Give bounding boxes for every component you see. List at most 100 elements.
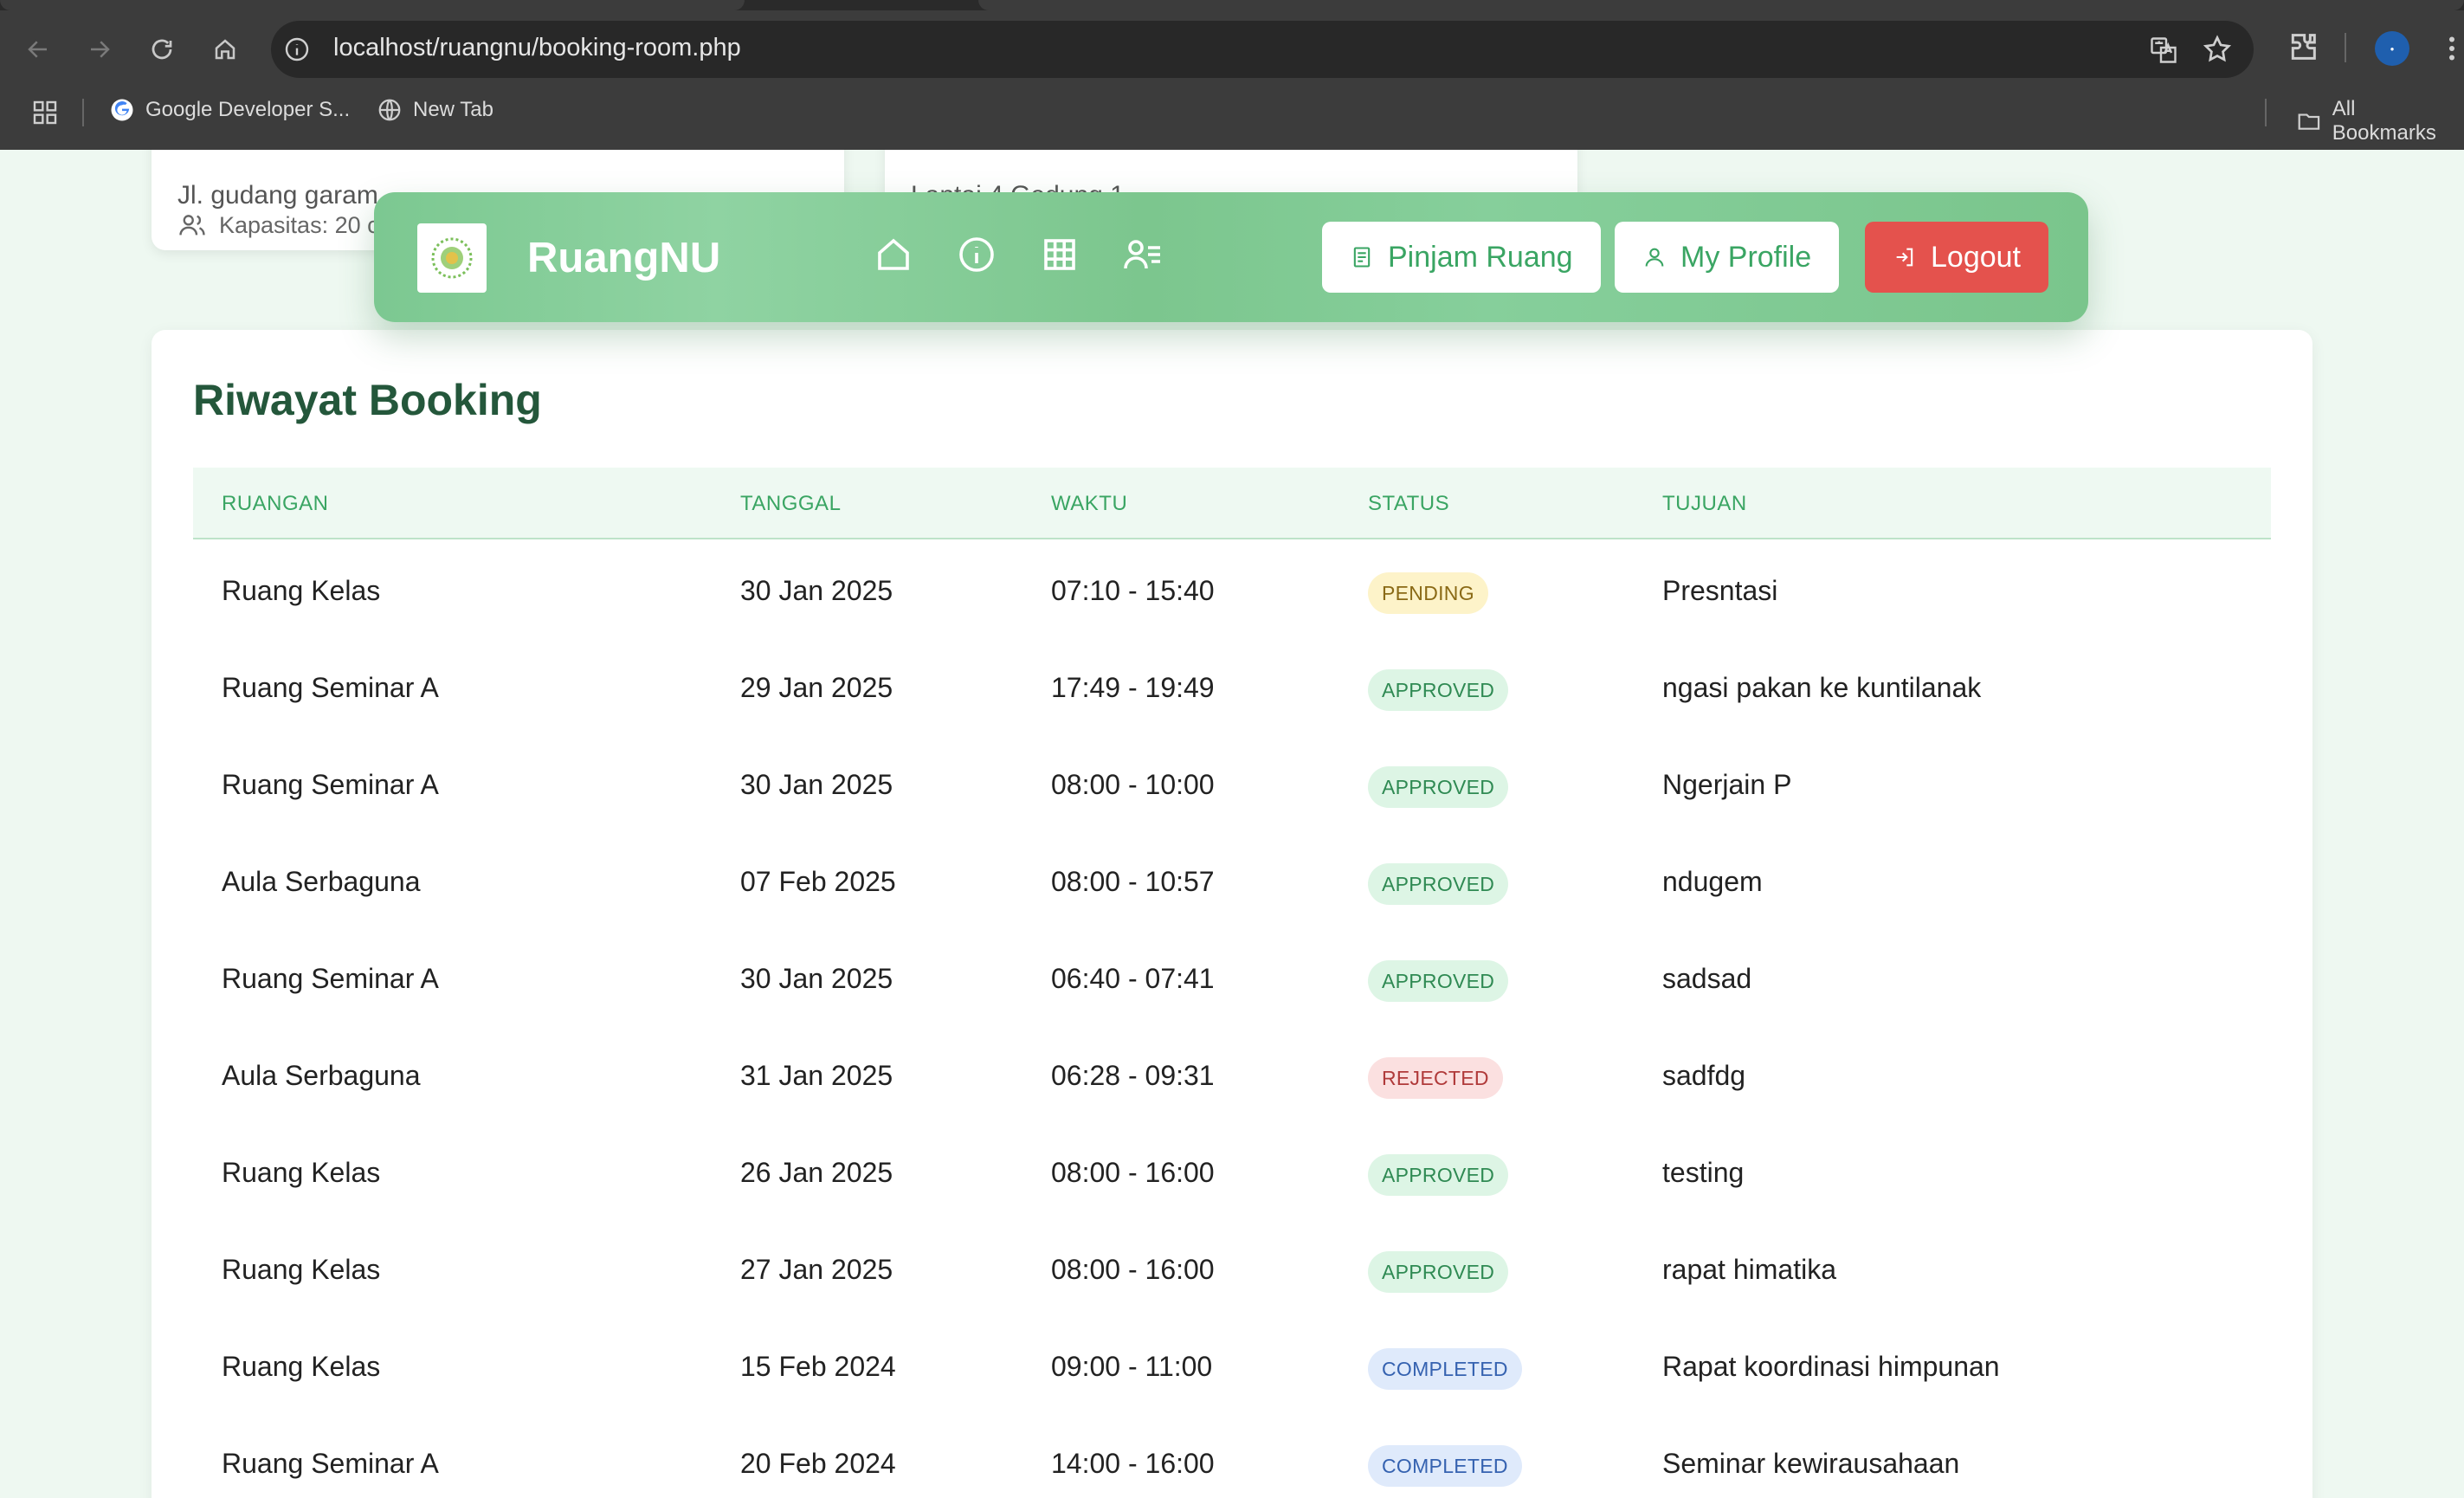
- my-profile-button[interactable]: My Profile: [1615, 222, 1840, 293]
- profile-avatar[interactable]: ●: [2375, 31, 2409, 66]
- status-badge: COMPLETED: [1368, 1348, 1522, 1390]
- room-address: Jl. gudang garam: [177, 181, 378, 210]
- table-row: Aula Serbaguna 07 Feb 2025 08:00 - 10:57 nd…: [193, 830, 2271, 927]
- capacity-text: Kapasitas: 20 c: [219, 211, 379, 238]
- cell-tanggal: 26 Jan 2025: [740, 1157, 893, 1188]
- grid-rooms-icon[interactable]: [1039, 234, 1080, 275]
- table-body: Ruang Kelas 30 Jan 2025 07:10 - 15:40 Presn…: [193, 539, 2271, 1498]
- cell-waktu: 08:00 - 16:00: [1051, 1254, 1215, 1285]
- all-bookmarks-folder[interactable]: All Bookmarks: [2296, 97, 2464, 145]
- tab-strip: [0, 0, 2464, 10]
- status-badge: PENDING: [1368, 572, 1488, 614]
- cell-tanggal: 30 Jan 2025: [740, 963, 893, 994]
- table-row: Ruang Seminar A 30 Jan 2025 08:00 - 10:00 N…: [193, 733, 2271, 830]
- cell-tujuan: ndugem: [1662, 866, 1763, 897]
- logout-icon: [1896, 248, 1913, 267]
- users-icon: [179, 215, 205, 236]
- browser-tab[interactable]: [978, 0, 2464, 10]
- brand-name[interactable]: RuangNU: [527, 234, 720, 282]
- globe-icon: [378, 99, 401, 121]
- ruangnu-logo[interactable]: [417, 223, 487, 293]
- status-badge: APPROVED: [1368, 960, 1509, 1002]
- cell-waktu: 09:00 - 11:00: [1051, 1351, 1213, 1382]
- table-row: Ruang Seminar A 29 Jan 2025 17:49 - 19:49 n…: [193, 636, 2271, 733]
- cell-ruangan: Ruang Kelas: [222, 1351, 381, 1382]
- cell-tanggal: 27 Jan 2025: [740, 1254, 893, 1285]
- column-header-ruangan: RUANGAN: [222, 492, 329, 515]
- document-icon: [1353, 247, 1371, 268]
- google-icon: [111, 99, 133, 121]
- column-header-tanggal: TANGGAL: [740, 492, 842, 515]
- status-badge: COMPLETED: [1368, 1445, 1522, 1487]
- cell-tanggal: 29 Jan 2025: [740, 672, 893, 703]
- all-bookmarks-label: All Bookmarks: [2332, 97, 2436, 145]
- home-icon[interactable]: [873, 234, 914, 275]
- info-icon[interactable]: [956, 234, 997, 275]
- table-row: Ruang Seminar A 30 Jan 2025 06:40 - 07:41 s…: [193, 927, 2271, 1024]
- cell-tanggal: 07 Feb 2025: [740, 866, 896, 897]
- menu-kebab-icon[interactable]: [2447, 33, 2457, 64]
- bookmark-divider: [2265, 99, 2267, 126]
- cell-ruangan: Ruang Seminar A: [222, 963, 439, 994]
- booking-history-card: Riwayat Booking RUANGAN TANGGAL WAKTU ST…: [152, 330, 2312, 1498]
- forward-icon[interactable]: [81, 30, 119, 68]
- page-content: Jl. gudang garam Lantai 4 Gedung 1 Kapas…: [0, 150, 2464, 1498]
- cell-tanggal: 30 Jan 2025: [740, 575, 893, 606]
- cell-ruangan: Ruang Kelas: [222, 1157, 381, 1188]
- cell-ruangan: Ruang Kelas: [222, 575, 381, 606]
- address-bar[interactable]: localhost/ruangnu/booking-room.php: [271, 21, 2254, 78]
- pinjam-ruang-button[interactable]: Pinjam Ruang: [1322, 222, 1601, 293]
- bookmark-google-developer[interactable]: Google Developer S...: [109, 97, 350, 123]
- column-header-waktu: WAKTU: [1051, 492, 1128, 515]
- my-profile-label: My Profile: [1680, 240, 1812, 274]
- cell-tanggal: 15 Feb 2024: [740, 1351, 896, 1382]
- folder-icon: [2298, 113, 2320, 130]
- cell-tujuan: Presntasi: [1662, 575, 1778, 606]
- cell-ruangan: Ruang Seminar A: [222, 672, 439, 703]
- reload-icon[interactable]: [143, 30, 181, 68]
- table-row: Ruang Kelas 26 Jan 2025 08:00 - 16:00 testi…: [193, 1121, 2271, 1218]
- user-list-icon[interactable]: [1122, 234, 1164, 275]
- booking-table: RUANGAN TANGGAL WAKTU STATUS TUJUAN Ruan…: [193, 468, 2271, 1498]
- url-text[interactable]: localhost/ruangnu/booking-room.php: [333, 34, 741, 62]
- bookmark-star-icon[interactable]: [2202, 34, 2233, 65]
- cell-tujuan: ngasi pakan ke kuntilanak: [1662, 672, 1982, 703]
- logout-label: Logout: [1931, 240, 2021, 274]
- pinjam-ruang-label: Pinjam Ruang: [1388, 240, 1573, 274]
- extensions-icon[interactable]: [2286, 29, 2320, 64]
- table-row: Ruang Kelas 27 Jan 2025 08:00 - 16:00 rapat…: [193, 1218, 2271, 1315]
- cell-waktu: 08:00 - 16:00: [1051, 1157, 1215, 1188]
- logout-button[interactable]: Logout: [1865, 222, 2048, 293]
- status-badge: APPROVED: [1368, 1251, 1509, 1293]
- cell-tujuan: Ngerjain P: [1662, 769, 1792, 800]
- status-badge: APPROVED: [1368, 1154, 1509, 1196]
- bookmark-label: New Tab: [413, 98, 493, 121]
- bookmark-label: Google Developer S...: [145, 98, 351, 121]
- toolbar-divider: [2345, 33, 2346, 62]
- cell-tanggal: 31 Jan 2025: [740, 1060, 893, 1091]
- cell-ruangan: Aula Serbaguna: [222, 1060, 421, 1091]
- table-row: Ruang Kelas 15 Feb 2024 09:00 - 11:00 Rapat…: [193, 1315, 2271, 1412]
- bookmark-new-tab[interactable]: New Tab: [377, 97, 493, 123]
- browser-tab[interactable]: [0, 0, 745, 10]
- cell-waktu: 06:28 - 09:31: [1051, 1060, 1215, 1091]
- translate-icon[interactable]: [2148, 35, 2179, 66]
- site-info-icon[interactable]: [283, 36, 311, 63]
- apps-grid-icon[interactable]: [31, 99, 59, 126]
- cell-waktu: 08:00 - 10:00: [1051, 769, 1215, 800]
- status-badge: APPROVED: [1368, 766, 1509, 808]
- back-icon[interactable]: [19, 30, 57, 68]
- cell-ruangan: Ruang Seminar A: [222, 1448, 439, 1479]
- cell-ruangan: Ruang Kelas: [222, 1254, 381, 1285]
- nu-emblem-icon: [431, 237, 473, 279]
- table-header: RUANGAN TANGGAL WAKTU STATUS TUJUAN: [193, 468, 2271, 539]
- status-badge: APPROVED: [1368, 669, 1509, 711]
- table-row: Ruang Seminar A 20 Feb 2024 14:00 - 16:00 S…: [193, 1412, 2271, 1498]
- table-row: Ruang Kelas 30 Jan 2025 07:10 - 15:40 Presn…: [193, 539, 2271, 636]
- cell-ruangan: Ruang Seminar A: [222, 769, 439, 800]
- cell-ruangan: Aula Serbaguna: [222, 866, 421, 897]
- status-badge: APPROVED: [1368, 863, 1509, 905]
- room-capacity: Kapasitas: 20 c: [177, 210, 379, 240]
- home-icon[interactable]: [206, 30, 244, 68]
- cell-waktu: 06:40 - 07:41: [1051, 963, 1215, 994]
